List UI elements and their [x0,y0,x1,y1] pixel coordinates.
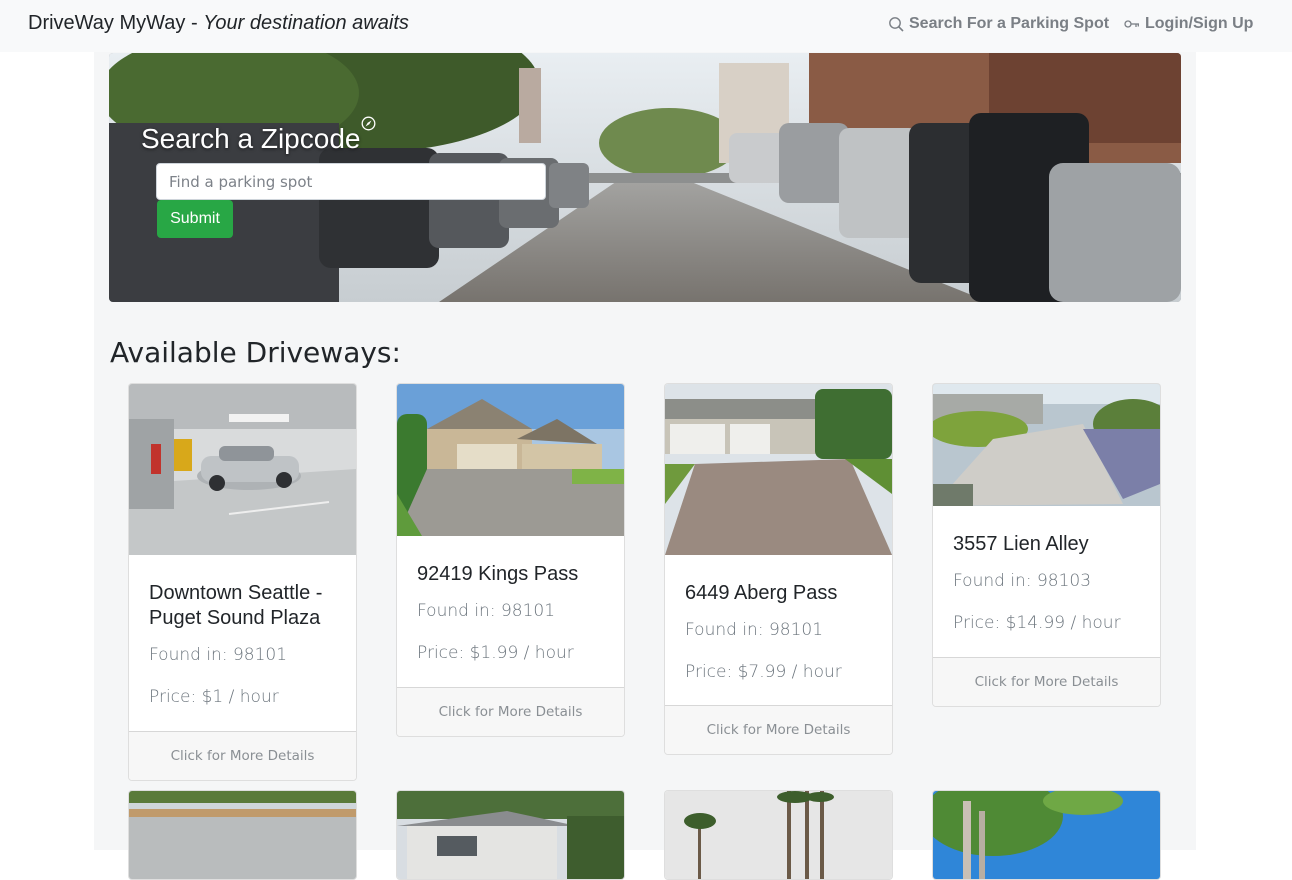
key-icon [1124,18,1140,30]
driveway-image [129,384,356,555]
driveway-title: 92419 Kings Pass [417,563,579,585]
zipcode-search-input[interactable] [156,163,546,200]
nav-search-label: Search For a Parking Spot [909,15,1110,32]
search-icon [888,16,904,32]
more-details-link[interactable]: Click for More Details [397,687,624,736]
driveway-title: 6449 Aberg Pass [685,582,838,604]
driveway-card[interactable]: 92419 Kings Pass Found in: 98101 Price: … [396,383,625,737]
nav-login-label: Login/Sign Up [1145,15,1254,32]
driveway-card[interactable] [932,790,1161,880]
more-details-link[interactable]: Click for More Details [129,731,356,780]
hero-title: Search a Zipcode [141,123,361,154]
driveway-title: 3557 Lien Alley [953,533,1089,555]
nav-login-link[interactable]: Login/Sign Up [1124,15,1253,33]
driveway-image [397,791,624,879]
driveway-image [665,384,892,555]
driveway-card[interactable]: 6449 Aberg Pass Found in: 98101 Price: $… [664,383,893,755]
driveway-image [933,384,1160,506]
driveway-card[interactable] [664,790,893,880]
navbar: DriveWay MyWay - Your destination awaits… [0,0,1292,52]
driveway-price: Price: $1 / hour [149,687,279,707]
driveway-price: Price: $7.99 / hour [685,662,842,682]
driveway-image [933,791,1160,879]
driveway-card[interactable] [396,790,625,880]
driveway-zipcode: Found in: 98101 [417,601,556,621]
more-details-link[interactable]: Click for More Details [933,657,1160,706]
driveway-price: Price: $1.99 / hour [417,643,574,663]
driveway-card[interactable]: Downtown Seattle - Puget Sound Plaza Fou… [128,383,357,781]
brand[interactable]: DriveWay MyWay - Your destination awaits [28,12,409,35]
main-container: Search a Zipcode Submit Available Drivew… [94,52,1196,880]
more-details-link[interactable]: Click for More Details [665,705,892,754]
brand-tagline: Your destination awaits [203,12,409,34]
driveway-title: Downtown Seattle - Puget Sound Plaza [149,582,323,629]
driveway-zipcode: Found in: 98101 [685,620,824,640]
driveway-zipcode: Found in: 98101 [149,645,288,665]
driveway-zipcode: Found in: 98103 [953,571,1092,591]
driveway-image [665,791,892,879]
compass-icon [361,116,376,131]
section-title: Available Driveways: [110,336,401,369]
driveway-image [129,791,356,879]
driveway-card[interactable] [128,790,357,880]
hero-banner: Search a Zipcode Submit [109,53,1181,302]
driveway-price: Price: $14.99 / hour [953,613,1121,633]
submit-button[interactable]: Submit [157,200,233,238]
driveway-card[interactable]: 3557 Lien Alley Found in: 98103 Price: $… [932,383,1161,707]
nav-search-link[interactable]: Search For a Parking Spot [888,15,1109,33]
brand-name: DriveWay MyWay - [28,12,198,34]
driveway-image [397,384,624,536]
